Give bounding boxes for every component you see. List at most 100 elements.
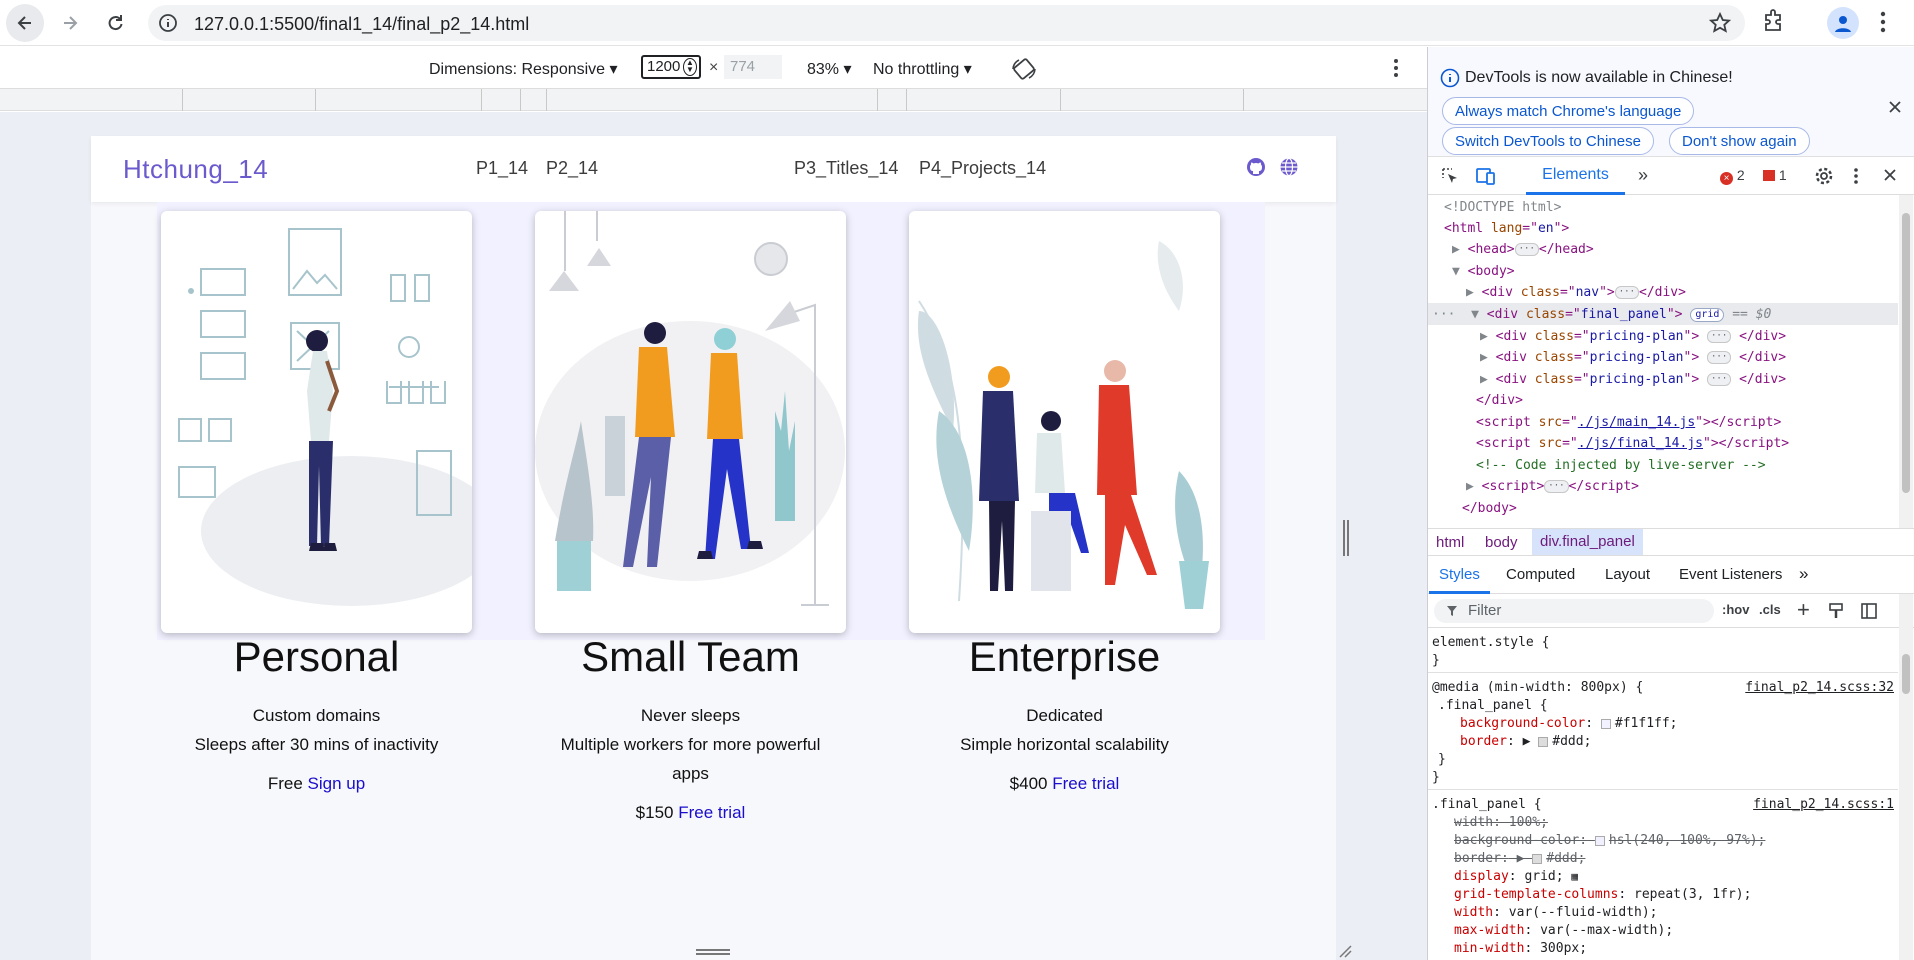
- site-logo[interactable]: Htchung_14: [123, 154, 268, 185]
- dont-show-button[interactable]: Don't show again: [1669, 127, 1810, 155]
- address-bar[interactable]: 127.0.0.1:5500/final1_14/final_p2_14.htm…: [148, 5, 1745, 41]
- media-query-rule[interactable]: @media (min-width: 800px) {: [1432, 679, 1643, 697]
- dom-script-injected[interactable]: ▶ <script> ··· </script>: [1466, 476, 1639, 498]
- nav-link-p4[interactable]: P4_Projects_14: [919, 158, 1046, 179]
- dom-pricing-plan-node[interactable]: ▶ <div class="pricing-plan"> ··· </div>: [1480, 326, 1786, 348]
- signup-link[interactable]: Sign up: [308, 774, 366, 793]
- settings-gear-icon[interactable]: [1814, 166, 1834, 186]
- close-devtools-icon[interactable]: [1883, 168, 1897, 182]
- nav-link-p3[interactable]: P3_Titles_14: [794, 158, 898, 179]
- site-info-icon[interactable]: [158, 13, 178, 33]
- breadcrumb-final-panel[interactable]: div.final_panel: [1532, 529, 1643, 555]
- final-panel-base-selector[interactable]: .final_panel {: [1432, 796, 1542, 814]
- free-trial-link[interactable]: Free trial: [678, 803, 745, 822]
- forward-button[interactable]: [51, 4, 89, 42]
- viewport-width-input[interactable]: 1200 ▲ ▼: [641, 55, 701, 79]
- bg-color-declaration[interactable]: background-color: #f1f1ff;: [1460, 715, 1678, 733]
- overridden-bg-declaration[interactable]: background-color: hsl(240, 100%, 97%);: [1454, 832, 1765, 850]
- issue-count[interactable]: 1: [1763, 167, 1787, 183]
- nav-link-p1[interactable]: P1_14: [476, 158, 528, 179]
- reload-button[interactable]: [96, 4, 134, 42]
- hover-state-toggle[interactable]: :hov: [1722, 602, 1749, 617]
- bookmark-star-icon[interactable]: [1709, 12, 1731, 34]
- grid-badge[interactable]: grid: [1690, 307, 1725, 322]
- script-main-link[interactable]: ./js/main_14.js: [1578, 415, 1695, 430]
- tab-elements[interactable]: Elements: [1526, 157, 1625, 195]
- free-trial-link[interactable]: Free trial: [1052, 774, 1119, 793]
- overridden-border-declaration[interactable]: border: ▶ #ddd;: [1454, 850, 1585, 868]
- globe-icon[interactable]: [1279, 157, 1299, 177]
- dom-nav-node[interactable]: ▶ <div class="nav"> ··· </div>: [1466, 282, 1686, 304]
- tab-layout[interactable]: Layout: [1605, 566, 1650, 583]
- styles-scrollbar[interactable]: [1899, 594, 1913, 960]
- dom-doctype[interactable]: <!DOCTYPE html>: [1444, 197, 1561, 219]
- overridden-width-declaration[interactable]: width: 100%;: [1454, 814, 1548, 832]
- throttling-select[interactable]: No throttling ▾: [873, 59, 972, 79]
- error-count[interactable]: × 2: [1720, 167, 1745, 185]
- more-style-tabs-icon[interactable]: »: [1799, 564, 1808, 584]
- rotate-icon[interactable]: [1010, 56, 1038, 82]
- dom-scrollbar[interactable]: [1899, 195, 1913, 528]
- tab-styles[interactable]: Styles: [1429, 556, 1490, 594]
- viewport-resize-handle-bottom[interactable]: [696, 949, 730, 955]
- color-swatch[interactable]: [1538, 736, 1549, 747]
- max-width-declaration[interactable]: max-width: var(--max-width);: [1454, 922, 1673, 940]
- dom-comment[interactable]: <!-- Code injected by live-server -->: [1476, 455, 1766, 477]
- devtools-menu-icon[interactable]: [1853, 167, 1859, 185]
- styles-filter-input[interactable]: Filter: [1434, 599, 1714, 623]
- tab-event-listeners[interactable]: Event Listeners: [1679, 566, 1782, 583]
- breadcrumb-body[interactable]: body: [1485, 534, 1518, 551]
- nav-link-p2[interactable]: P2_14: [546, 158, 598, 179]
- dom-pricing-plan-node[interactable]: ▶ <div class="pricing-plan"> ··· </div>: [1480, 347, 1786, 369]
- add-rule-icon[interactable]: +: [1797, 597, 1810, 623]
- more-tabs-icon[interactable]: »: [1638, 165, 1648, 186]
- element-style-rule[interactable]: element.style {: [1432, 634, 1549, 652]
- dom-body-node[interactable]: ▼ <body>: [1452, 261, 1515, 283]
- border-declaration[interactable]: border: ▶ #ddd;: [1460, 733, 1591, 751]
- display-declaration[interactable]: display: grid; ▦: [1454, 868, 1578, 886]
- width-declaration[interactable]: width: var(--fluid-width);: [1454, 904, 1658, 922]
- plan-feature: Sleeps after 30 mins of inactivity: [194, 735, 439, 754]
- dom-head-node[interactable]: ▶ <head> ··· </head>: [1452, 239, 1594, 261]
- dom-script-main[interactable]: <script src="./js/main_14.js"></script>: [1476, 412, 1781, 434]
- min-width-declaration[interactable]: min-width: 300px;: [1454, 940, 1587, 958]
- inspect-element-icon[interactable]: [1440, 166, 1460, 186]
- media-source-link[interactable]: final_p2_14.scss:32: [1745, 679, 1894, 697]
- paint-brush-icon[interactable]: [1828, 602, 1844, 620]
- dom-close-body[interactable]: </body>: [1462, 498, 1517, 520]
- more-options-icon[interactable]: [1393, 58, 1399, 78]
- grid-template-declaration[interactable]: grid-template-columns: repeat(3, 1fr);: [1454, 886, 1751, 904]
- dom-html-node[interactable]: <html lang="en">: [1444, 218, 1569, 240]
- browser-menu-icon[interactable]: [1880, 10, 1886, 34]
- viewport-height-input[interactable]: 774: [724, 55, 782, 79]
- viewport-resize-handle-right[interactable]: [1343, 520, 1349, 556]
- sidebar-toggle-icon[interactable]: [1860, 602, 1878, 620]
- url-text[interactable]: 127.0.0.1:5500/final1_14/final_p2_14.htm…: [194, 14, 529, 35]
- plan-feature: Multiple workers for more powerful apps: [560, 735, 821, 783]
- profile-avatar[interactable]: [1827, 7, 1859, 39]
- match-language-button[interactable]: Always match Chrome's language: [1442, 97, 1695, 125]
- grid-editor-icon[interactable]: ▦: [1571, 870, 1578, 883]
- device-toggle-icon[interactable]: [1475, 166, 1497, 186]
- class-toggle[interactable]: .cls: [1759, 602, 1781, 617]
- rule-source-link[interactable]: final_p2_14.scss:1: [1753, 796, 1894, 814]
- back-button[interactable]: [6, 4, 44, 42]
- switch-chinese-button[interactable]: Switch DevTools to Chinese: [1442, 127, 1654, 155]
- script-final-link[interactable]: ./js/final_14.js: [1578, 436, 1703, 451]
- resize-corner-icon[interactable]: [1338, 944, 1352, 958]
- spinner-icon[interactable]: ▲ ▼: [683, 58, 697, 76]
- dimensions-select[interactable]: Dimensions: Responsive ▾: [429, 59, 618, 79]
- dom-script-final[interactable]: <script src="./js/final_14.js"></script>: [1476, 433, 1789, 455]
- zoom-select[interactable]: 83% ▾: [807, 59, 852, 79]
- github-icon[interactable]: [1246, 157, 1266, 177]
- dom-close-div[interactable]: </div>: [1476, 390, 1523, 412]
- dom-final-panel-node[interactable]: ··· ▼ <div class="final_panel"> grid == …: [1432, 304, 1771, 326]
- color-swatch[interactable]: [1600, 718, 1611, 729]
- dom-pricing-plan-node[interactable]: ▶ <div class="pricing-plan"> ··· </div>: [1480, 369, 1786, 391]
- final-panel-selector[interactable]: .final_panel {: [1438, 697, 1548, 715]
- tab-computed[interactable]: Computed: [1506, 566, 1575, 583]
- close-icon[interactable]: [1887, 99, 1903, 115]
- element-style-close: }: [1432, 653, 1440, 668]
- breadcrumb-html[interactable]: html: [1436, 534, 1464, 551]
- extensions-icon[interactable]: [1762, 8, 1786, 34]
